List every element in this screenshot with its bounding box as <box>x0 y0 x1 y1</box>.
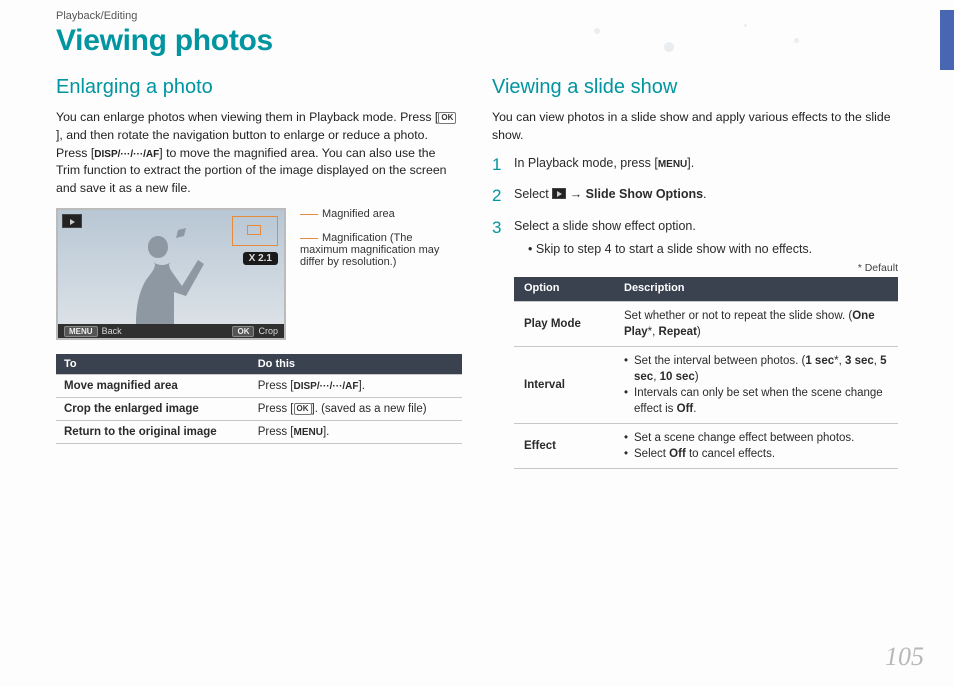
table-row: Effect Set a scene change effect between… <box>514 424 898 469</box>
nav-keys-icon: DISP/···/···/AF <box>94 149 159 160</box>
magnify-area-box <box>232 216 278 246</box>
step-3-note: Skip to step 4 to start a slide show wit… <box>528 241 898 259</box>
text: Press [ <box>258 380 294 392</box>
text: . <box>693 403 696 415</box>
cell: Press [MENU]. <box>250 421 462 444</box>
th-to: To <box>56 354 250 375</box>
zoom-badge: X 2.1 <box>243 252 278 265</box>
cell: Effect <box>514 424 614 469</box>
text: Set whether or not to repeat the slide s… <box>624 310 852 322</box>
text: Press [ <box>258 403 294 415</box>
list-item: Set a scene change effect between photos… <box>624 430 888 446</box>
ok-icon: OK <box>294 403 312 415</box>
back-label: Back <box>102 326 122 336</box>
bold: 10 sec <box>660 371 695 383</box>
step-3: Select a slide show effect option. Skip … <box>492 218 898 470</box>
options-table: Option Description Play Mode Set whether… <box>514 277 898 469</box>
text: ]. (saved as a new file) <box>312 403 427 415</box>
annot-magnification: Magnification (The maximum magnification… <box>300 232 439 268</box>
text: ) <box>697 326 701 338</box>
bold: 3 sec <box>845 355 874 367</box>
ok-button-icon: OK <box>232 326 254 337</box>
cell: Press [OK]. (saved as a new file) <box>250 398 462 421</box>
bold: Off <box>677 403 694 415</box>
cell: Return to the original image <box>56 421 250 444</box>
step-2: Select → Slide Show Options. <box>492 186 898 204</box>
playback-icon <box>62 214 82 228</box>
heading-slideshow: Viewing a slide show <box>492 76 898 99</box>
column-right: Viewing a slide show You can view photos… <box>492 76 898 483</box>
text: to cancel effects. <box>686 448 775 460</box>
page-number: 105 <box>885 642 924 672</box>
page-title: Viewing photos <box>56 24 954 58</box>
column-left: Enlarging a photo You can enlarge photos… <box>56 76 462 483</box>
cell: Set the interval between photos. (1 sec*… <box>614 346 898 423</box>
list-item: Set the interval between photos. (1 sec*… <box>624 353 888 385</box>
annot-magnified-area: Magnified area <box>322 208 395 220</box>
th-description: Description <box>614 277 898 301</box>
th-option: Option <box>514 277 614 301</box>
ok-icon: OK <box>438 112 456 124</box>
cell: Interval <box>514 346 614 423</box>
cell: Move magnified area <box>56 375 250 398</box>
text: Set the interval between photos. ( <box>634 355 805 367</box>
nav-keys-icon: DISP/···/···/AF <box>294 381 359 392</box>
step-3-sub: Skip to step 4 to start a slide show wit… <box>514 241 898 259</box>
right-accent-bar <box>940 10 954 70</box>
text: *, <box>834 355 845 367</box>
viewer-footer: MENU Back OK Crop <box>58 324 284 338</box>
viewer-annotations: Magnified area Magnification (The maximu… <box>300 208 450 280</box>
actions-table: To Do this Move magnified area Press [DI… <box>56 354 462 444</box>
table-row: Interval Set the interval between photos… <box>514 346 898 423</box>
text: Select a slide show effect option. <box>514 219 696 233</box>
heading-enlarge: Enlarging a photo <box>56 76 462 99</box>
table-row: Move magnified area Press [DISP/···/···/… <box>56 375 462 398</box>
crop-label: Crop <box>258 326 278 336</box>
default-note: * Default <box>514 261 898 276</box>
text: Select <box>634 448 669 460</box>
list-item: Select Off to cancel effects. <box>624 446 888 462</box>
text: ) <box>695 371 699 383</box>
bold: Off <box>669 448 686 460</box>
text: *, <box>648 326 659 338</box>
text: Press [ <box>258 426 294 438</box>
magnify-inner-box <box>247 225 261 235</box>
silhouette-figure <box>108 224 208 324</box>
table-row: Play Mode Set whether or not to repeat t… <box>514 301 898 346</box>
text: → <box>566 187 585 201</box>
cell: Set whether or not to repeat the slide s… <box>614 301 898 346</box>
bold: Repeat <box>659 326 697 338</box>
list-item: Intervals can only be set when the scene… <box>624 385 888 417</box>
text: ]. <box>359 380 365 392</box>
th-dothis: Do this <box>250 354 462 375</box>
text: . <box>703 187 706 201</box>
steps-list: In Playback mode, press [MENU]. Select →… <box>492 155 898 470</box>
text: Intervals can only be set when the scene… <box>634 387 883 415</box>
cell: Play Mode <box>514 301 614 346</box>
menu-icon: MENU <box>294 427 323 438</box>
table-row: Return to the original image Press [MENU… <box>56 421 462 444</box>
text: ]. <box>687 156 694 170</box>
viewer-illustration: X 2.1 MENU Back OK Crop Magnified area M… <box>56 208 462 340</box>
step-1: In Playback mode, press [MENU]. <box>492 155 898 173</box>
breadcrumb: Playback/Editing <box>56 10 954 22</box>
menu-button-icon: MENU <box>64 326 98 337</box>
playback-icon <box>552 188 566 199</box>
cell: Set a scene change effect between photos… <box>614 424 898 469</box>
slide-show-options-label: Slide Show Options <box>586 187 703 201</box>
photo-viewer: X 2.1 MENU Back OK Crop <box>56 208 286 340</box>
bold: 1 sec <box>805 355 834 367</box>
text: You can enlarge photos when viewing them… <box>56 110 438 124</box>
text: In Playback mode, press [ <box>514 156 658 170</box>
table-row: Crop the enlarged image Press [OK]. (sav… <box>56 398 462 421</box>
paragraph-slideshow: You can view photos in a slide show and … <box>492 109 898 145</box>
paragraph-enlarge: You can enlarge photos when viewing them… <box>56 109 462 198</box>
text: ]. <box>323 426 329 438</box>
text: Select <box>514 187 552 201</box>
cell: Crop the enlarged image <box>56 398 250 421</box>
menu-icon: MENU <box>658 159 687 170</box>
cell: Press [DISP/···/···/AF]. <box>250 375 462 398</box>
